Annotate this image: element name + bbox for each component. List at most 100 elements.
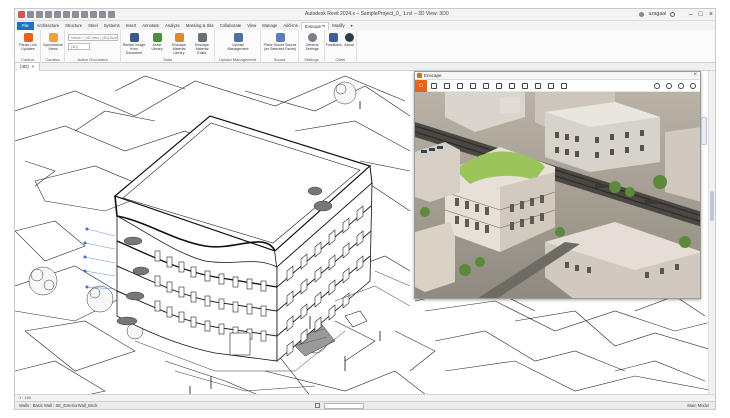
text-icon[interactable] bbox=[81, 11, 88, 18]
web-export-icon[interactable] bbox=[496, 83, 502, 89]
feedback-button[interactable]: Feedback bbox=[326, 33, 342, 47]
enscape-window[interactable]: Enscape × ⌂ bbox=[414, 71, 701, 299]
workset-dropdown[interactable] bbox=[324, 403, 364, 409]
place-sound-source-button[interactable]: Place Sound Source (on Selected Faces) bbox=[263, 33, 297, 51]
user-name[interactable]: uzagaai bbox=[648, 11, 666, 17]
tab-architecture[interactable]: Architecture bbox=[34, 22, 62, 30]
undo-icon[interactable] bbox=[45, 11, 52, 18]
video-icon[interactable] bbox=[470, 83, 476, 89]
asset-library-button[interactable]: Asset Library bbox=[147, 33, 167, 51]
tab-insert[interactable]: Insert bbox=[123, 22, 139, 30]
screenshot-icon[interactable] bbox=[666, 83, 672, 89]
tab-modify[interactable]: Modify bbox=[329, 22, 347, 30]
user-area: uzagaai bbox=[639, 11, 675, 17]
batch-render-icon[interactable] bbox=[535, 83, 541, 89]
tab-steel[interactable]: Steel bbox=[85, 22, 101, 30]
group-title-camera: Camera bbox=[45, 57, 60, 62]
enscape-render-view[interactable] bbox=[415, 92, 701, 299]
sound-source-icon bbox=[275, 33, 285, 42]
material-library-icon bbox=[174, 33, 184, 42]
material-library-label: Enscape Material Library bbox=[172, 43, 186, 55]
minimize-button[interactable]: – bbox=[689, 10, 693, 19]
group-tools: Render Image from Document Asset Library… bbox=[121, 30, 215, 63]
feedback-label: Feedback bbox=[326, 43, 342, 47]
tab-analyze[interactable]: Analyze bbox=[162, 22, 183, 30]
vertical-scrollbar[interactable] bbox=[708, 71, 715, 402]
upload-management-button[interactable]: Upload Management bbox=[225, 33, 251, 51]
3d-view-icon[interactable] bbox=[90, 11, 97, 18]
open-icon[interactable] bbox=[27, 11, 34, 18]
upload-icon[interactable] bbox=[548, 83, 554, 89]
tab-structure[interactable]: Structure bbox=[62, 22, 85, 30]
tab-annotate[interactable]: Annotate bbox=[139, 22, 162, 30]
group-title-control: Control bbox=[21, 57, 34, 62]
view-tab-close[interactable]: × bbox=[32, 63, 35, 71]
sun-icon[interactable] bbox=[654, 83, 660, 89]
asset-icon[interactable] bbox=[561, 83, 567, 89]
filter-icon[interactable] bbox=[315, 403, 320, 408]
help-icon[interactable] bbox=[670, 11, 675, 17]
active-view-field[interactable]: {3D} bbox=[68, 43, 90, 50]
settings-icon[interactable] bbox=[678, 83, 684, 89]
tab-overflow[interactable]: ▾ bbox=[348, 22, 356, 30]
camera-icon[interactable] bbox=[457, 83, 463, 89]
pause-icon bbox=[23, 33, 33, 42]
tab-systems[interactable]: Systems bbox=[101, 22, 123, 30]
upload-management-label: Upload Management bbox=[227, 43, 249, 51]
vr-icon[interactable] bbox=[509, 83, 515, 89]
help-icon[interactable] bbox=[690, 83, 696, 89]
collaboration-icon[interactable] bbox=[522, 83, 528, 89]
render-image-button[interactable]: Render Image from Document bbox=[122, 33, 146, 55]
general-settings-button[interactable]: General Settings bbox=[300, 33, 324, 51]
group-title-upload-management: Upload Management bbox=[218, 57, 257, 62]
status-bar: Walls : Basic Wall : SE_ExteriorWall_Bri… bbox=[15, 401, 715, 409]
scrollbar-thumb[interactable] bbox=[710, 191, 714, 221]
group-title-tools: Tools bbox=[162, 57, 173, 62]
panorama-icon[interactable] bbox=[483, 83, 489, 89]
view-tab-bar: {3D} × bbox=[15, 63, 715, 71]
pause-live-updates-button[interactable]: Pause Live Updates bbox=[16, 33, 40, 51]
tab-collaborate[interactable]: Collaborate bbox=[217, 22, 244, 30]
enscape-window-title: Enscape bbox=[424, 73, 442, 78]
navigation-bar[interactable] bbox=[701, 117, 707, 145]
tab-manage[interactable]: Manage bbox=[259, 22, 280, 30]
synchronize-views-label: Synchronize Views bbox=[43, 43, 63, 51]
tab-enscape[interactable]: Enscape™ bbox=[300, 22, 330, 30]
main-building bbox=[113, 115, 373, 362]
active-view-dropdown[interactable]: Views / ( 3D View ) {3D} Active bbox=[68, 34, 118, 41]
pause-live-updates-label: Pause Live Updates bbox=[19, 43, 37, 51]
maximize-button[interactable]: □ bbox=[699, 10, 703, 19]
close-hidden-icon[interactable] bbox=[108, 11, 115, 18]
enscape-home-icon[interactable]: ⌂ bbox=[415, 80, 427, 92]
about-button[interactable]: About bbox=[342, 33, 356, 47]
sync-views-icon bbox=[48, 33, 58, 42]
group-title-other: Other bbox=[335, 57, 346, 62]
app-menu-icon[interactable] bbox=[18, 11, 25, 18]
render-image-icon bbox=[129, 33, 139, 42]
close-button[interactable]: × bbox=[709, 10, 713, 19]
views-icon[interactable] bbox=[431, 83, 437, 89]
tab-massing-site[interactable]: Massing & Site bbox=[183, 22, 217, 30]
parked-car bbox=[344, 310, 368, 328]
view-scale[interactable]: 1 : 100 bbox=[19, 395, 31, 400]
material-library-button[interactable]: Enscape Material Library bbox=[168, 33, 190, 55]
view-tab-3d[interactable]: {3D} × bbox=[17, 63, 41, 71]
tab-view[interactable]: View bbox=[244, 22, 259, 30]
enscape-close-button[interactable]: × bbox=[693, 72, 697, 79]
save-icon[interactable] bbox=[36, 11, 43, 18]
window-title: Autodesk Revit 2024.x – SampleProject_0_… bbox=[305, 11, 449, 17]
design-option-text[interactable]: Main Model bbox=[687, 402, 709, 409]
print-icon[interactable] bbox=[63, 11, 70, 18]
material-editor-button[interactable]: Enscape Material Editor bbox=[191, 33, 213, 55]
group-title-active-document: Active Document bbox=[77, 57, 108, 62]
atmosphere-icon[interactable] bbox=[444, 83, 450, 89]
section-icon[interactable] bbox=[99, 11, 106, 18]
measure-icon[interactable] bbox=[72, 11, 79, 18]
user-icon[interactable] bbox=[639, 11, 645, 17]
group-camera: Synchronize Views Camera bbox=[41, 30, 65, 63]
synchronize-views-button[interactable]: Synchronize Views bbox=[42, 33, 64, 51]
tab-add-ins[interactable]: Add-Ins bbox=[280, 22, 300, 30]
redo-icon[interactable] bbox=[54, 11, 61, 18]
tab-file[interactable]: File bbox=[17, 22, 34, 30]
ribbon-tabs: File Architecture Structure Steel System… bbox=[15, 21, 715, 30]
